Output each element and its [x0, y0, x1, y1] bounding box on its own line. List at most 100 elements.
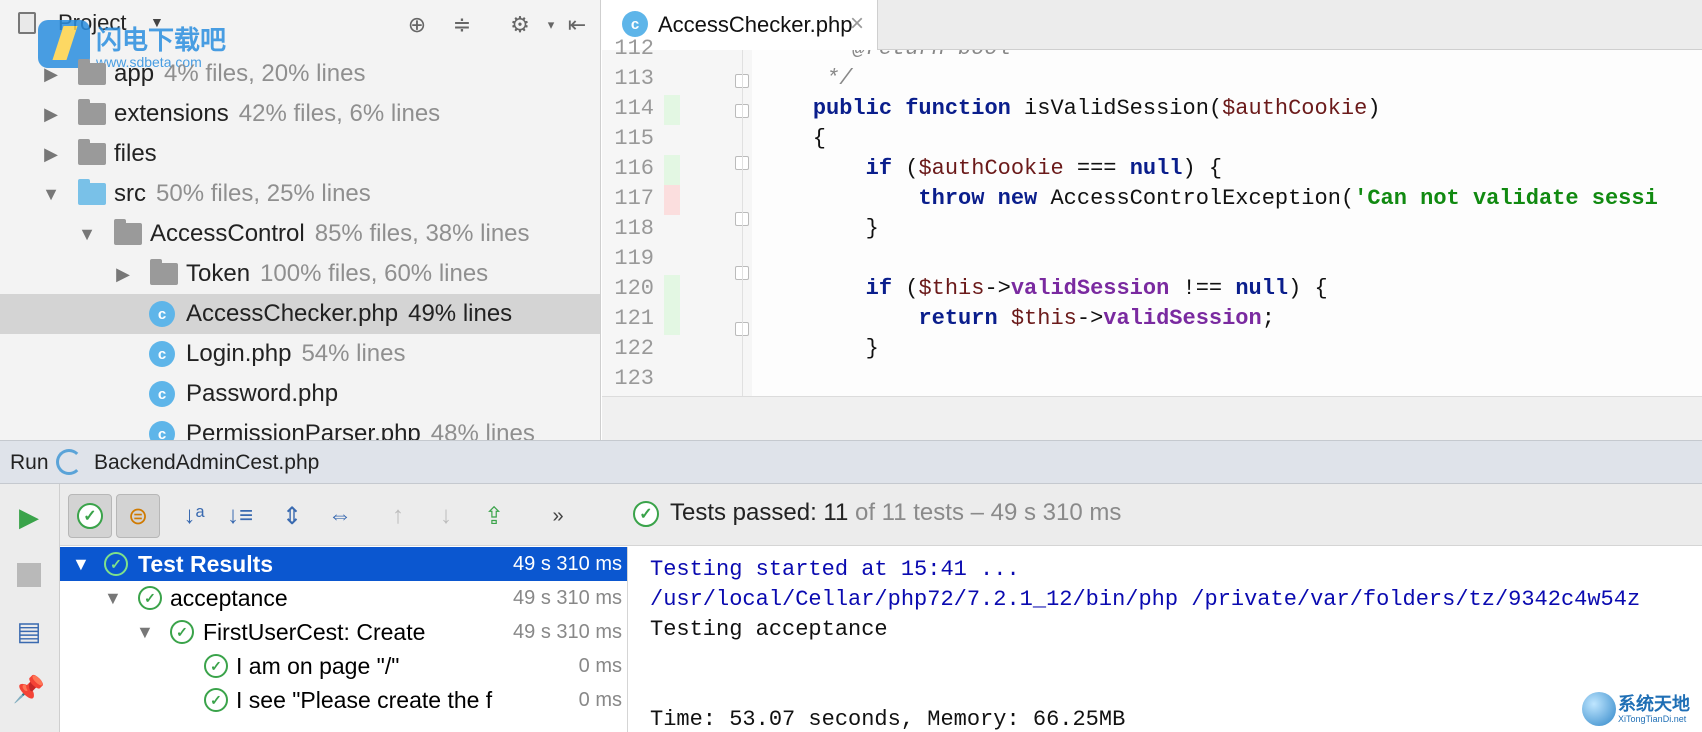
collapse-arrow-icon[interactable]: ▼	[76, 224, 98, 245]
tests-passed-text: Tests passed: 11	[670, 499, 849, 526]
tree-item-extensions[interactable]: ▶ extensions 42% files, 6% lines	[0, 94, 600, 134]
tree-item-permissionparser[interactable]: c PermissionParser.php 48% lines	[0, 414, 600, 440]
rerun-icon[interactable]: ▶	[12, 500, 46, 534]
code-area[interactable]: * @return bool */ public function isVali…	[752, 50, 1702, 396]
tree-item-label: AccessControl 85% files, 38% lines	[150, 220, 530, 247]
test-row-test-results[interactable]: ▼ ✓ Test Results 49 s 310 ms	[60, 547, 627, 581]
collapse-arrow-icon[interactable]: ▼	[72, 554, 90, 575]
corner-watermark-text: 系统天地	[1618, 694, 1690, 714]
passed-icon: ✓	[204, 688, 228, 712]
test-duration: 49 s 310 ms	[513, 552, 622, 575]
export-icon[interactable]: ⇪	[472, 494, 516, 538]
next-failed-icon[interactable]: ↓	[424, 494, 468, 538]
console-line: Time: 53.07 seconds, Memory: 66.25MB	[650, 707, 1126, 732]
code-line: {	[760, 126, 827, 151]
line-number: 117	[614, 186, 654, 211]
test-duration: 49 s 310 ms	[513, 586, 622, 609]
more-icon[interactable]: »	[536, 494, 580, 538]
tree-item-label: extensions 42% files, 6% lines	[114, 100, 441, 127]
line-number: 114	[614, 96, 654, 121]
code-line: }	[760, 336, 879, 361]
tree-item-label: Token 100% files, 60% lines	[186, 260, 489, 287]
code-line: if ($this->validSession !== null) {	[865, 276, 1328, 301]
editor-tabbar: c AccessChecker.php ×	[602, 0, 1702, 50]
close-icon[interactable]: ×	[850, 10, 864, 38]
tree-item-login[interactable]: c Login.php 54% lines	[0, 334, 600, 374]
tree-item-accesscontrol[interactable]: ▼ AccessControl 85% files, 38% lines	[0, 214, 600, 254]
expand-arrow-icon[interactable]: ▶	[40, 144, 62, 165]
run-label: Run	[10, 451, 49, 474]
tree-item-label: Password.php	[186, 380, 339, 407]
folder-icon	[78, 59, 106, 85]
code-line: */	[760, 66, 853, 91]
folder-icon	[78, 139, 106, 165]
hide-panel-icon[interactable]: ⇤	[562, 10, 592, 40]
collapse-arrow-icon[interactable]: ▼	[104, 588, 122, 609]
tree-item-label: PermissionParser.php 48% lines	[186, 420, 535, 440]
tree-item-label: src 50% files, 25% lines	[114, 180, 371, 207]
run-config-name[interactable]: BackendAdminCest.php	[94, 451, 319, 475]
line-number: 113	[614, 66, 654, 91]
php-class-icon: c	[149, 421, 175, 440]
line-number: 120	[614, 276, 654, 301]
corner-watermark: 系统天地 XiTongTianDi.net	[1582, 690, 1700, 730]
test-duration: 0 ms	[578, 688, 622, 711]
sort-alpha-icon[interactable]: ↓ᵃ	[172, 494, 216, 538]
test-status: Tests passed: 11 of 11 tests – 49 s 310 …	[670, 499, 1121, 527]
tree-item-src[interactable]: ▼ src 50% files, 25% lines	[0, 174, 600, 214]
expand-arrow-icon[interactable]: ▶	[40, 104, 62, 125]
console-line: Testing acceptance	[650, 617, 888, 642]
layout-icon[interactable]: ▤	[12, 614, 46, 648]
collapse-all-icon[interactable]: ⇔	[318, 494, 362, 538]
gear-icon[interactable]: ⚙	[505, 10, 535, 40]
code-line: if ($authCookie === null) {	[865, 156, 1223, 181]
collapse-arrow-icon[interactable]: ▼	[40, 184, 62, 205]
tree-item-accesschecker[interactable]: c AccessChecker.php 49% lines	[0, 294, 600, 334]
sort-duration-icon[interactable]: ↓≡	[218, 494, 262, 538]
show-ignored-button[interactable]: ⊜	[116, 494, 160, 538]
test-name: Test Results	[138, 550, 274, 577]
line-number: 123	[614, 366, 654, 391]
covered-line-marker	[664, 275, 680, 305]
test-name: FirstUserCest: Create	[203, 618, 426, 645]
coverage-stat: 54% lines	[301, 340, 406, 367]
tree-item-label: app 4% files, 20% lines	[114, 60, 366, 87]
tree-item-app[interactable]: ▶ app 4% files, 20% lines	[0, 54, 600, 94]
line-number: 119	[614, 246, 654, 271]
tab-label: AccessChecker.php	[658, 12, 853, 37]
tree-item-token[interactable]: ▶ Token 100% files, 60% lines	[0, 254, 600, 294]
test-row-step[interactable]: ✓ I am on page "/" 0 ms	[60, 649, 627, 683]
test-row-firstusercest[interactable]: ▼ ✓ FirstUserCest: Create 49 s 310 ms	[60, 615, 627, 649]
coverage-stat: 4% files, 20% lines	[164, 60, 366, 87]
folder-icon	[114, 219, 142, 245]
editor-gutter: 112 113 114 115 116 117 118 119 120 121 …	[602, 36, 752, 396]
collapse-arrow-icon[interactable]: ▼	[136, 622, 154, 643]
folder-icon	[150, 259, 178, 285]
expand-arrow-icon[interactable]: ▶	[40, 64, 62, 85]
coverage-stat: 42% files, 6% lines	[238, 100, 441, 127]
tree-item-files[interactable]: ▶ files	[0, 134, 600, 174]
console-output[interactable]: Testing started at 15:41 ... /usr/local/…	[629, 547, 1702, 732]
covered-line-marker	[664, 305, 680, 335]
expand-arrow-icon[interactable]: ▶	[112, 264, 134, 285]
line-number: 122	[614, 336, 654, 361]
test-row-step[interactable]: ✓ I see "Please create the f 0 ms	[60, 683, 627, 717]
test-row-acceptance[interactable]: ▼ ✓ acceptance 49 s 310 ms	[60, 581, 627, 615]
indent-guide	[742, 50, 743, 396]
show-passed-button[interactable]: ✓	[68, 494, 112, 538]
locate-icon[interactable]: ⊕	[402, 10, 432, 40]
expand-all-icon[interactable]: ⇕	[270, 494, 314, 538]
code-editor: c AccessChecker.php × 112 113 114 115 11…	[602, 0, 1702, 440]
pin-icon[interactable]: 📌	[12, 672, 46, 706]
watermark-text: 闪电下载吧	[96, 25, 227, 55]
code-line: * @return bool	[760, 50, 1011, 66]
project-header: Project ▼ 闪电下载吧 www.sdbeta.com ⊕ ≑ ⚙ ▾ ⇤	[0, 0, 600, 70]
php-class-icon: c	[149, 341, 175, 367]
folder-icon	[78, 99, 106, 125]
coverage-stat: 48% lines	[430, 420, 535, 440]
collapse-all-icon[interactable]: ≑	[447, 10, 477, 40]
tree-item-password[interactable]: c Password.php	[0, 374, 600, 414]
stop-button[interactable]	[12, 558, 46, 592]
editor-bottom-area	[602, 396, 1702, 440]
previous-failed-icon[interactable]: ↑	[376, 494, 420, 538]
